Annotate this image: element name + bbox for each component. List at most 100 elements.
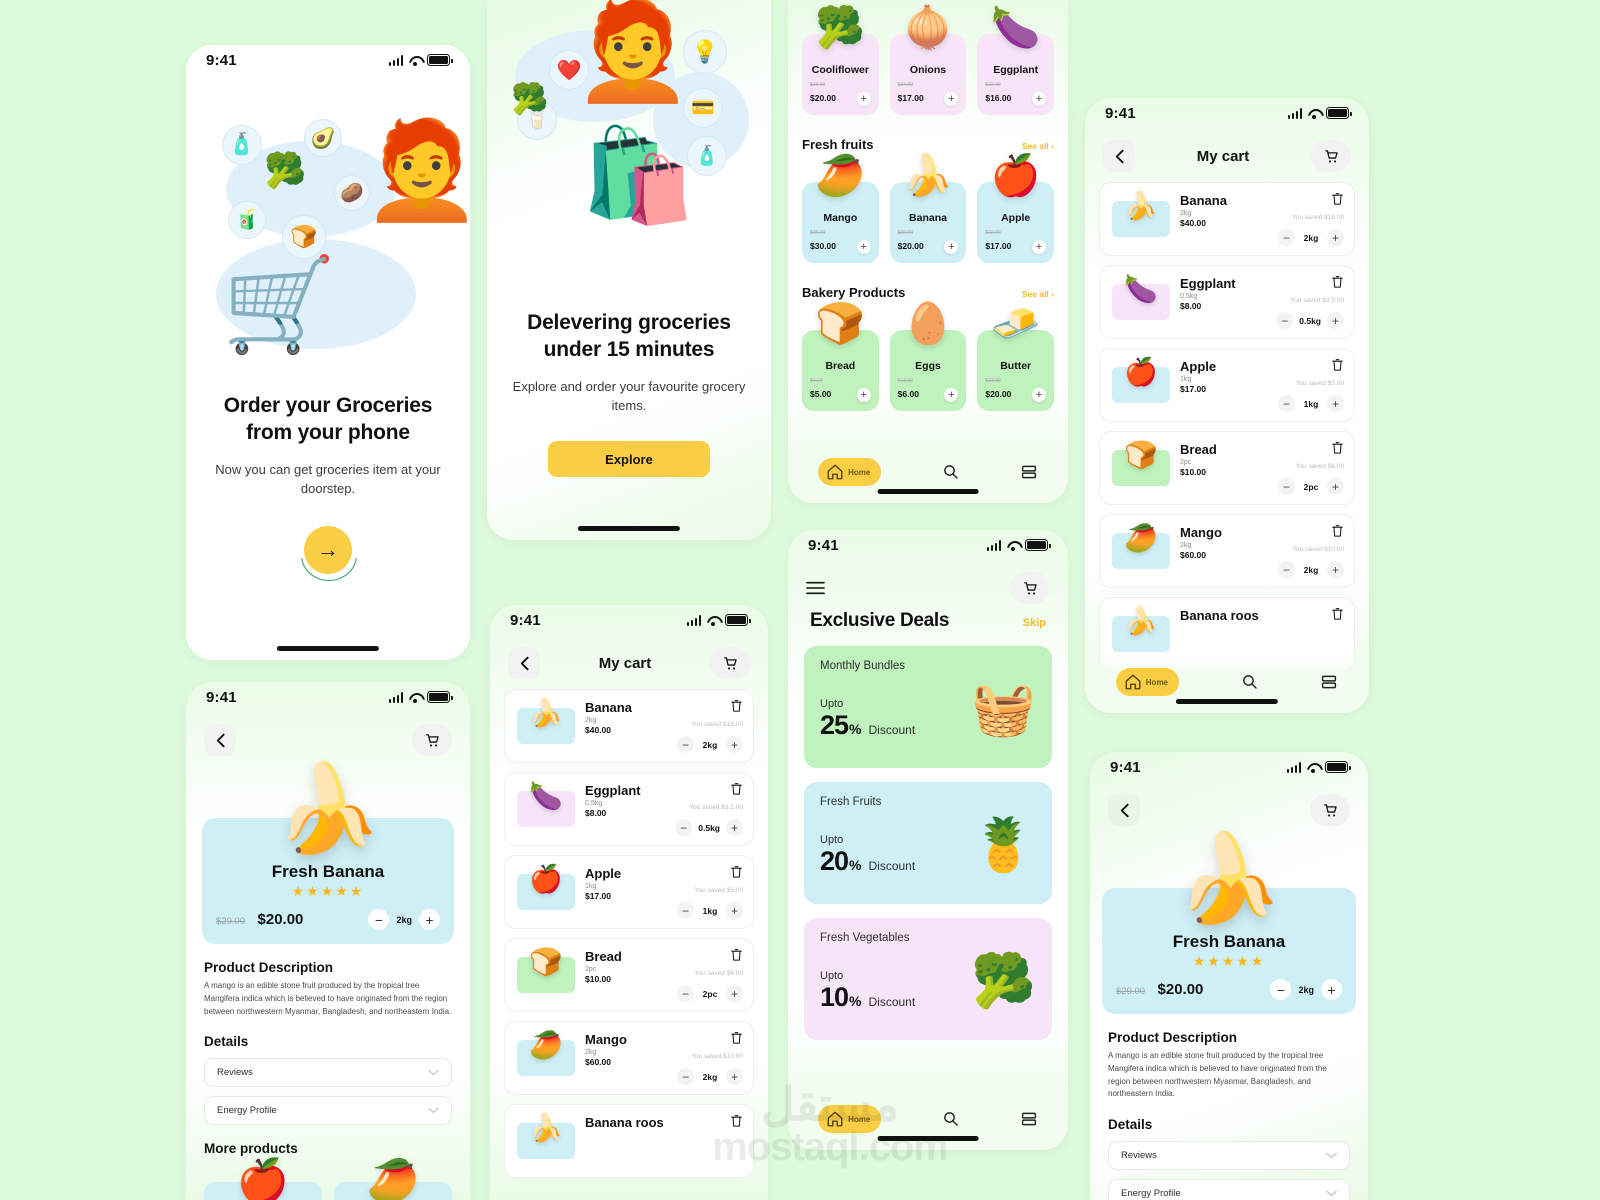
delete-icon[interactable]: [1331, 524, 1344, 538]
decrease-button[interactable]: −: [1276, 312, 1294, 329]
add-to-cart-button[interactable]: +: [856, 388, 871, 402]
product-card[interactable]: 🍌 Banana $30.00 $20.00 +: [889, 156, 967, 263]
product-card[interactable]: 🥚 Eggs $13.00 $6.00 +: [889, 304, 967, 411]
delete-icon[interactable]: [1331, 275, 1344, 289]
delete-icon[interactable]: [730, 948, 743, 962]
see-all-link[interactable]: See all ›: [1022, 141, 1054, 151]
product-card[interactable]: 🥭 Mango $36.00 $30.00 +: [802, 156, 879, 263]
search-icon[interactable]: [942, 463, 960, 481]
delete-icon[interactable]: [730, 699, 743, 713]
delete-icon[interactable]: [1331, 192, 1344, 206]
cart-item-row[interactable]: 🍌 Banana roos: [504, 1104, 754, 1178]
accordion-reviews[interactable]: Reviews: [204, 1058, 452, 1088]
product-card[interactable]: 🍆 Eggplant $22.00 $16.00 +: [977, 8, 1055, 115]
decrease-button[interactable]: −: [1278, 395, 1295, 412]
decrease-button[interactable]: −: [677, 736, 694, 753]
delete-icon[interactable]: [1331, 358, 1344, 372]
more-product-card[interactable]: 🍎: [204, 1160, 322, 1200]
quantity-stepper[interactable]: − 2kg +: [677, 1068, 743, 1085]
cart-button[interactable]: [1310, 794, 1350, 826]
catalog-scroll[interactable]: 🥦 Cooliflower $29.00 $20.00 + 🧅 Onions $…: [788, 8, 1068, 115]
quantity-stepper[interactable]: − 2kg +: [368, 909, 440, 930]
increase-button[interactable]: +: [1321, 979, 1342, 1000]
add-to-cart-button[interactable]: +: [944, 240, 959, 254]
decrease-button[interactable]: −: [368, 909, 390, 930]
decrease-button[interactable]: −: [1278, 561, 1295, 578]
quantity-stepper[interactable]: − 0.5kg +: [675, 819, 743, 836]
search-icon[interactable]: [942, 1110, 960, 1128]
decrease-button[interactable]: −: [677, 985, 694, 1002]
delete-icon[interactable]: [1331, 441, 1344, 455]
accordion-energy-profile[interactable]: Energy Profile: [1108, 1179, 1350, 1200]
back-button[interactable]: [508, 647, 540, 679]
cart-item-row[interactable]: 🍌 Banana 2kg $40.00 You saved $18.00 − 2…: [1099, 182, 1355, 256]
deal-card[interactable]: Monthly Bundles Upto 25 % Discount 🧺: [804, 646, 1052, 768]
increase-button[interactable]: +: [726, 902, 743, 919]
add-to-cart-button[interactable]: +: [944, 388, 959, 402]
decrease-button[interactable]: −: [675, 819, 693, 836]
cart-button[interactable]: [1010, 572, 1050, 604]
nav-home-button[interactable]: Home: [1115, 668, 1180, 696]
increase-button[interactable]: +: [726, 819, 743, 836]
accordion-reviews[interactable]: Reviews: [1108, 1141, 1350, 1171]
quantity-stepper[interactable]: − 1kg +: [1278, 395, 1344, 412]
explore-button[interactable]: Explore: [548, 441, 710, 478]
add-to-cart-button[interactable]: +: [856, 92, 871, 106]
cart-button[interactable]: [710, 647, 750, 679]
cart-item-row[interactable]: 🍎 Apple 1kg $17.00 You saved $5.00 − 1kg…: [1099, 348, 1355, 422]
quantity-stepper[interactable]: − 0.5kg +: [1276, 312, 1344, 329]
increase-button[interactable]: +: [726, 1068, 743, 1085]
cart-item-row[interactable]: 🥭 Mango 2kg $60.00 You saved $10.00 − 2k…: [504, 1021, 754, 1095]
increase-button[interactable]: +: [1327, 561, 1344, 578]
cart-button[interactable]: [1311, 140, 1351, 172]
increase-button[interactable]: +: [1327, 395, 1344, 412]
product-card[interactable]: 🍎 Apple $22.00 $17.00 +: [977, 156, 1055, 263]
add-to-cart-button[interactable]: +: [1032, 388, 1047, 402]
cart-item-row[interactable]: 🍆 Eggplant 0.5kg $8.00 You saved $3.5.00…: [504, 772, 754, 846]
next-arrow-button[interactable]: →: [304, 526, 352, 575]
quantity-stepper[interactable]: − 2kg +: [1278, 561, 1344, 578]
cart-item-row[interactable]: 🍆 Eggplant 0.5kg $8.00 You saved $3.5.00…: [1099, 265, 1355, 339]
decrease-button[interactable]: −: [1270, 979, 1292, 1000]
decrease-button[interactable]: −: [1278, 229, 1295, 246]
search-icon[interactable]: [1241, 673, 1259, 691]
back-button[interactable]: [1108, 794, 1140, 826]
quantity-stepper[interactable]: − 2kg +: [1278, 229, 1344, 246]
cart-item-row[interactable]: 🍞 Bread 2pc $10.00 You saved $6.00 − 2pc…: [1099, 431, 1355, 505]
nav-home-button[interactable]: Home: [818, 458, 882, 486]
add-to-cart-button[interactable]: +: [944, 92, 959, 106]
product-card[interactable]: 🧈 Butter $23.00 $20.00 +: [977, 304, 1055, 411]
cart-item-row[interactable]: 🍎 Apple 1kg $17.00 You saved $5.00 − 1kg…: [504, 855, 754, 929]
decrease-button[interactable]: −: [677, 1068, 694, 1085]
delete-icon[interactable]: [730, 1031, 743, 1045]
delete-icon[interactable]: [730, 782, 743, 796]
decrease-button[interactable]: −: [677, 902, 694, 919]
delete-icon[interactable]: [730, 865, 743, 879]
product-card[interactable]: 🍞 Bread $6.00 $5.00 +: [802, 304, 879, 411]
delete-icon[interactable]: [730, 1114, 743, 1128]
orders-icon[interactable]: [1020, 1110, 1038, 1128]
increase-button[interactable]: +: [1327, 478, 1344, 495]
quantity-stepper[interactable]: − 2pc +: [1278, 478, 1344, 495]
quantity-stepper[interactable]: − 2pc +: [677, 985, 743, 1002]
increase-button[interactable]: +: [1327, 229, 1344, 246]
more-product-card[interactable]: 🥭: [334, 1160, 452, 1200]
cart-button[interactable]: [412, 724, 452, 756]
quantity-stepper[interactable]: − 2kg +: [1270, 979, 1342, 1000]
back-button[interactable]: [1103, 140, 1135, 172]
cart-items-list[interactable]: 🍌 Banana 2kg $40.00 You saved $18.00 − 2…: [490, 679, 768, 1178]
skip-link[interactable]: Skip: [1023, 617, 1046, 629]
increase-button[interactable]: +: [1327, 312, 1344, 329]
cart-item-row[interactable]: 🍞 Bread 2pc $10.00 You saved $6.00 − 2pc…: [504, 938, 754, 1012]
add-to-cart-button[interactable]: +: [856, 240, 871, 254]
menu-icon[interactable]: [806, 581, 825, 595]
product-card[interactable]: 🧅 Onions $24.00 $17.00 +: [889, 8, 967, 115]
add-to-cart-button[interactable]: +: [1032, 92, 1047, 106]
product-card[interactable]: 🥦 Cooliflower $29.00 $20.00 +: [802, 8, 879, 115]
see-all-link[interactable]: See all ›: [1022, 289, 1054, 299]
quantity-stepper[interactable]: − 1kg +: [677, 902, 743, 919]
delete-icon[interactable]: [1331, 607, 1344, 621]
cart-item-row[interactable]: 🍌 Banana 2kg $40.00 You saved $18.00 − 2…: [504, 689, 754, 763]
increase-button[interactable]: +: [726, 736, 743, 753]
accordion-energy-profile[interactable]: Energy Profile: [204, 1096, 452, 1126]
